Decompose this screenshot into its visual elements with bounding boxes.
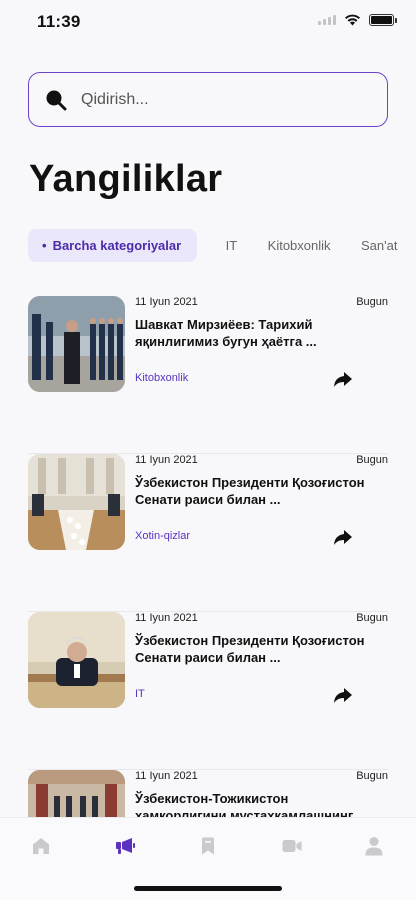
home-indicator — [134, 886, 282, 891]
share-icon[interactable] — [333, 369, 353, 389]
news-category[interactable]: Kitobxonlik — [135, 372, 188, 384]
share-icon[interactable] — [333, 685, 353, 705]
news-card[interactable]: 11 Iyun 2021 Bugun Шавкат Мирзиёев: Тари… — [28, 296, 388, 454]
tab-all-categories[interactable]: Barcha kategoriyalar — [28, 229, 198, 262]
page-title: Yangiliklar — [29, 158, 223, 200]
news-badge: Bugun — [356, 454, 388, 466]
news-thumbnail — [28, 296, 125, 392]
wifi-icon — [345, 14, 360, 26]
profile-icon — [365, 837, 383, 856]
tab-kitobxonlik[interactable]: Kitobxonlik — [268, 229, 331, 262]
news-date: 11 Iyun 2021 — [135, 770, 198, 782]
nav-profile[interactable] — [362, 834, 386, 858]
news-date: 11 Iyun 2021 — [135, 296, 198, 308]
status-bar: 11:39 — [0, 0, 416, 46]
news-category[interactable]: IT — [135, 688, 145, 700]
news-date: 11 Iyun 2021 — [135, 454, 198, 466]
search-icon — [46, 90, 67, 110]
news-title[interactable]: Шавкат Мирзиёев: Тарихий яқинлигимиз буг… — [135, 316, 375, 350]
tab-it[interactable]: IT — [226, 229, 238, 262]
nav-videos[interactable] — [280, 834, 304, 858]
search-input[interactable] — [81, 90, 361, 109]
home-icon — [33, 838, 49, 854]
cellular-signal-icon — [318, 15, 336, 25]
news-badge: Bugun — [356, 296, 388, 308]
share-icon[interactable] — [333, 527, 353, 547]
news-category[interactable]: Xotin-qizlar — [135, 530, 190, 542]
news-title[interactable]: Ўзбекистон Президенти Қозоғистон Сенати … — [135, 474, 375, 508]
news-list: 11 Iyun 2021 Bugun Шавкат Мирзиёев: Тари… — [28, 296, 388, 900]
news-card[interactable]: 11 Iyun 2021 Bugun Ўзбекистон Президенти… — [28, 454, 388, 612]
tab-sanat[interactable]: San'at — [361, 229, 397, 262]
news-thumbnail — [28, 454, 125, 550]
news-card[interactable]: 11 Iyun 2021 Bugun Ўзбекистон Президенти… — [28, 612, 388, 770]
bookmark-icon — [202, 837, 214, 855]
status-icons — [318, 14, 397, 26]
news-thumbnail — [28, 612, 125, 708]
news-title[interactable]: Ўзбекистон Президенти Қозоғистон Сенати … — [135, 632, 375, 666]
video-icon — [282, 840, 302, 852]
status-time: 11:39 — [37, 12, 81, 31]
news-date: 11 Iyun 2021 — [135, 612, 198, 624]
nav-news[interactable] — [113, 834, 137, 858]
news-badge: Bugun — [356, 770, 388, 782]
search-bar[interactable] — [28, 72, 388, 127]
news-badge: Bugun — [356, 612, 388, 624]
megaphone-icon — [116, 838, 135, 854]
battery-icon — [369, 14, 397, 26]
category-tabs: Barcha kategoriyalar IT Kitobxonlik San'… — [28, 229, 416, 262]
nav-bookmarks[interactable] — [196, 834, 220, 858]
nav-home[interactable] — [29, 834, 53, 858]
